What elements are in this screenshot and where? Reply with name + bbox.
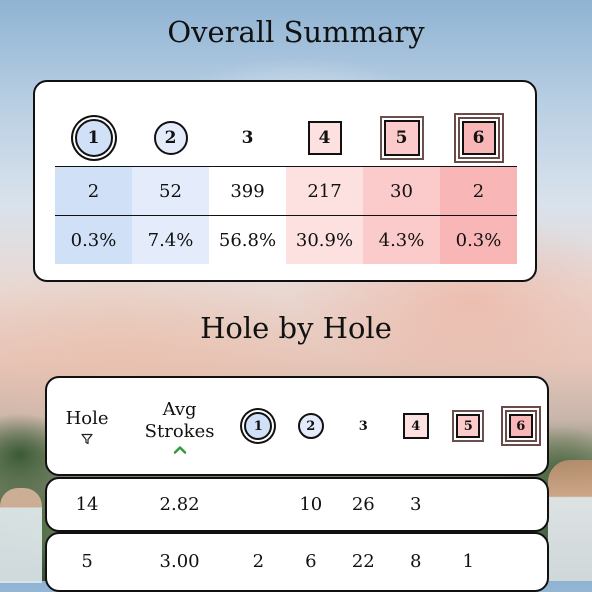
bogey-count-cell: 3 [410, 494, 422, 515]
overall-summary-title: Overall Summary [167, 15, 425, 49]
avg-header-label-1: Avg [162, 398, 197, 420]
triple-bogey-score-icon: 6 [508, 414, 533, 438]
filter-icon[interactable] [81, 433, 93, 445]
double-bogey-score-icon: 5 [456, 414, 481, 438]
par-count-cell: 22 [351, 551, 375, 572]
bogey-count-cell: 8 [410, 551, 422, 572]
count-cell: 217 [286, 167, 363, 215]
bogey-column-header[interactable]: 4 [390, 413, 442, 439]
birdie-count-cell: 6 [305, 551, 317, 572]
birdie-score-icon: 2 [297, 413, 324, 439]
bogey-score-icon: 4 [402, 413, 429, 439]
eagle-score-icon: 1 [74, 119, 113, 157]
summary-counts-row: 2 52 399 217 30 2 [55, 166, 517, 215]
par-column-header[interactable]: 3 [337, 413, 389, 439]
avg-strokes-cell: 2.82 [159, 494, 200, 515]
percent-cell: 4.3% [363, 216, 440, 264]
par-score-icon: 3 [241, 128, 254, 148]
hole-table-header: Hole Avg Strokes 1 2 3 4 5 6 [45, 376, 549, 476]
background-person-right [548, 460, 592, 581]
eagle-column-header[interactable]: 1 [232, 412, 284, 440]
avg-header-label-2: Strokes [144, 420, 215, 442]
percent-cell: 0.3% [55, 216, 132, 264]
hole-header-label: Hole [65, 407, 109, 429]
hole-by-hole-title: Hole by Hole [200, 311, 392, 345]
summary-score-icons: 1 2 3 4 5 6 [55, 110, 517, 166]
hole-column-header[interactable]: Hole [47, 408, 127, 445]
overall-summary-card: 1 2 3 4 5 6 2 52 399 217 30 2 0.3% 7.4% … [33, 80, 537, 282]
percent-cell: 7.4% [132, 216, 209, 264]
percent-cell: 30.9% [286, 216, 363, 264]
count-cell: 30 [363, 167, 440, 215]
birdie-score-icon: 2 [153, 121, 188, 155]
table-row[interactable]: 14 2.82 10 26 3 [45, 477, 549, 532]
par-count-cell: 26 [351, 494, 375, 515]
hole-number-cell: 14 [75, 494, 99, 515]
count-cell: 2 [440, 167, 517, 215]
count-cell: 52 [132, 167, 209, 215]
percent-cell: 56.8% [209, 216, 286, 264]
bogey-score-icon: 4 [307, 121, 342, 155]
double-bogey-score-icon: 5 [383, 120, 420, 156]
table-row[interactable]: 5 3.00 2 6 22 8 1 [45, 532, 549, 592]
double-bogey-column-header[interactable]: 5 [442, 414, 494, 438]
percent-cell: 0.3% [440, 216, 517, 264]
birdie-count-cell: 10 [299, 494, 323, 515]
birdie-column-header[interactable]: 2 [285, 413, 337, 439]
eagle-score-icon: 1 [244, 412, 273, 440]
double-bogey-count-cell: 1 [462, 551, 474, 572]
eagle-count-cell: 2 [252, 551, 265, 572]
hole-number-cell: 5 [81, 551, 93, 572]
count-cell: 2 [55, 167, 132, 215]
sort-up-icon[interactable] [173, 445, 187, 454]
triple-bogey-column-header[interactable]: 6 [494, 414, 546, 438]
avg-strokes-column-header[interactable]: Avg Strokes [127, 399, 232, 454]
count-cell: 399 [209, 167, 286, 215]
avg-strokes-cell: 3.00 [159, 551, 200, 572]
summary-percent-row: 0.3% 7.4% 56.8% 30.9% 4.3% 0.3% [55, 215, 517, 264]
par-score-icon: 3 [358, 418, 368, 434]
triple-bogey-score-icon: 6 [461, 121, 496, 155]
background-person-left [0, 488, 42, 583]
